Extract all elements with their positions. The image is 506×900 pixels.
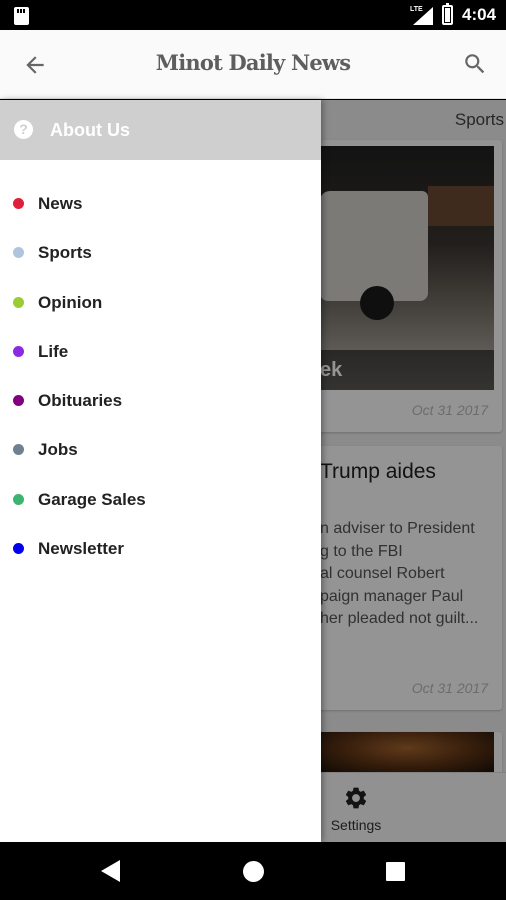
- category-dot-icon: [13, 345, 24, 357]
- menu-item-obituaries[interactable]: Obituaries: [0, 377, 321, 426]
- signal-icon: [413, 7, 433, 25]
- category-dot-icon: [13, 444, 24, 456]
- menu-item-label: Garage Sales: [38, 489, 146, 509]
- drawer-header-label: About Us: [50, 120, 130, 140]
- app-title: Minot Daily News: [155, 50, 351, 75]
- system-back-icon[interactable]: [101, 860, 120, 882]
- menu-item-garage-sales[interactable]: Garage Sales: [0, 476, 321, 525]
- category-dot-icon: [13, 493, 24, 505]
- menu-item-label: Newsletter: [38, 539, 124, 559]
- menu-item-label: Sports: [38, 243, 92, 263]
- category-dot-icon: [13, 296, 24, 308]
- menu-item-news[interactable]: News: [0, 180, 321, 229]
- menu-item-label: News: [38, 194, 83, 213]
- menu-item-label: Opinion: [38, 292, 103, 312]
- app-bar: Minot Daily News: [0, 30, 506, 99]
- menu-item-newsletter[interactable]: Newsletter: [0, 525, 321, 574]
- system-home-icon[interactable]: [243, 861, 264, 882]
- menu-item-sports[interactable]: Sports: [0, 229, 321, 278]
- drawer-header-about-us[interactable]: ? About Us: [0, 100, 321, 160]
- menu-item-label: Jobs: [38, 440, 78, 460]
- category-dot-icon: [13, 247, 24, 259]
- navigation-drawer: ? About Us News Sports Opinion Life Obit…: [0, 100, 321, 842]
- menu-item-label: Obituaries: [38, 391, 123, 411]
- status-clock: 4:04: [462, 5, 497, 24]
- drawer-menu: News Sports Opinion Life Obituaries Jobs…: [0, 180, 321, 574]
- category-dot-icon: [13, 543, 24, 555]
- menu-item-label: Life: [38, 341, 69, 361]
- menu-item-opinion[interactable]: Opinion: [0, 279, 321, 328]
- system-recents-icon[interactable]: [386, 862, 405, 881]
- category-dot-icon: [13, 395, 24, 407]
- system-nav-bar: [0, 842, 506, 900]
- search-icon[interactable]: [462, 51, 488, 77]
- status-bar: LTE 4:04: [0, 0, 506, 30]
- menu-item-jobs[interactable]: Jobs: [0, 426, 321, 475]
- category-dot-icon: [13, 198, 24, 209]
- menu-item-life[interactable]: Life: [0, 328, 321, 377]
- sd-card-icon: [14, 7, 29, 25]
- help-circle-icon: ?: [14, 120, 33, 139]
- battery-icon: [442, 3, 453, 25]
